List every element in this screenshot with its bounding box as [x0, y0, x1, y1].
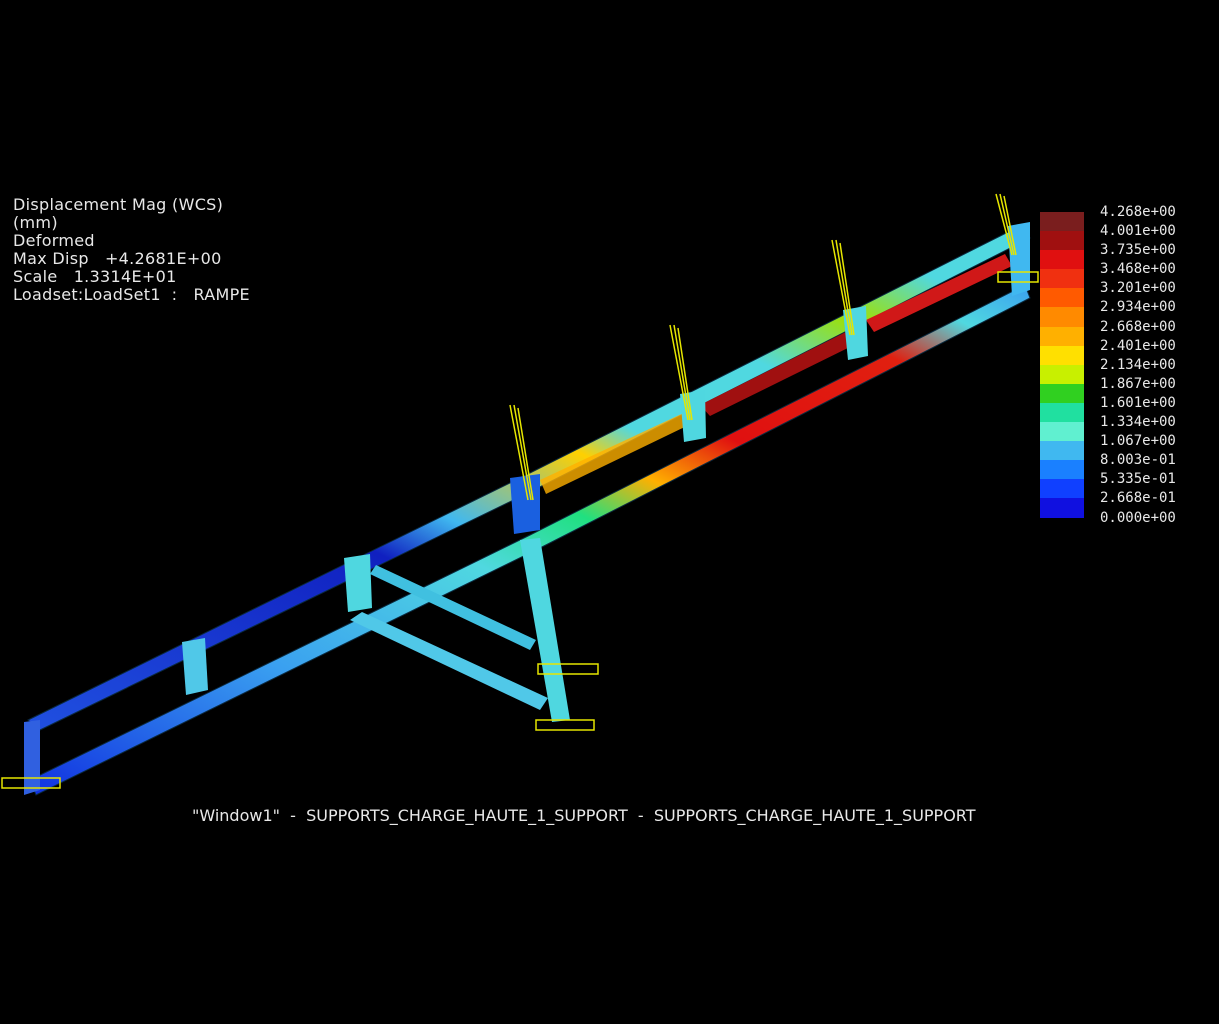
deformation-scale: Scale 1.3314E+01 — [13, 267, 177, 286]
legend-tick-label: 1.867e+00 — [1100, 375, 1176, 392]
legend-tick-label: 2.668e-01 — [1100, 490, 1176, 507]
legend-swatch — [1040, 269, 1084, 289]
legend-swatch — [1040, 364, 1084, 384]
model-viewport[interactable] — [0, 0, 1219, 1024]
legend-swatch — [1040, 288, 1084, 308]
loadset-label: Loadset:LoadSet1 : RAMPE — [13, 285, 250, 304]
mid-member — [540, 410, 695, 494]
max-displacement: Max Disp +4.2681E+00 — [13, 249, 222, 268]
legend-tick-label: 2.401e+00 — [1100, 337, 1176, 354]
result-units: (mm) — [13, 213, 58, 232]
legend-tick-label: 4.268e+00 — [1100, 204, 1176, 220]
legend-swatch — [1040, 307, 1084, 327]
result-info-panel: Displacement Mag (WCS) (mm) Deformed Max… — [13, 196, 250, 304]
legend-tick-label: 1.067e+00 — [1100, 433, 1176, 450]
legend-swatch — [1040, 460, 1084, 480]
legend-tick-label: 0.000e+00 — [1100, 509, 1176, 526]
legend-swatch — [1040, 422, 1084, 442]
legend-tick-label: 5.335e-01 — [1100, 471, 1176, 488]
legend-tick-label: 4.001e+00 — [1100, 223, 1176, 240]
legend-swatch — [1040, 345, 1084, 365]
hot-member-1 — [700, 330, 860, 416]
legend-tick-label: 2.934e+00 — [1100, 299, 1176, 316]
legend-swatch — [1040, 498, 1084, 518]
legend-swatch — [1040, 441, 1084, 461]
legend-swatch — [1040, 250, 1084, 270]
support-symbol — [535, 719, 595, 731]
leg-brace — [350, 612, 548, 710]
legend-swatch — [1040, 326, 1084, 346]
legend-tick-label: 3.735e+00 — [1100, 242, 1176, 259]
legend-tick-label: 2.134e+00 — [1100, 356, 1176, 373]
cross-member — [24, 720, 40, 795]
legend-swatch — [1040, 212, 1084, 232]
result-state: Deformed — [13, 231, 95, 250]
cross-member — [344, 554, 372, 612]
legend-tick-label: 3.468e+00 — [1100, 261, 1176, 278]
legend-tick-label: 1.334e+00 — [1100, 414, 1176, 431]
legend-swatch — [1040, 383, 1084, 403]
cross-member — [182, 638, 208, 695]
legend-labels: 4.268e+00 4.001e+00 3.735e+00 3.468e+00 3.20… — [1100, 203, 1176, 528]
legend-tick-label: 2.668e+00 — [1100, 318, 1176, 335]
legend-tick-label: 8.003e-01 — [1100, 452, 1176, 469]
color-legend: 4.268e+00 4.001e+00 3.735e+00 3.468e+00 3.20… — [1040, 204, 1176, 526]
legend-color-bar — [1040, 212, 1084, 518]
legend-swatch — [1040, 479, 1084, 499]
legend-swatch — [1040, 402, 1084, 423]
result-title: Displacement Mag (WCS) — [13, 195, 224, 214]
legend-swatch — [1040, 231, 1084, 251]
legend-tick-label: 3.201e+00 — [1100, 280, 1176, 297]
frame-structure[interactable] — [24, 222, 1031, 796]
window-caption: "Window1" - SUPPORTS_CHARGE_HAUTE_1_SUPP… — [192, 806, 976, 825]
legend-tick-label: 1.601e+00 — [1100, 394, 1176, 411]
